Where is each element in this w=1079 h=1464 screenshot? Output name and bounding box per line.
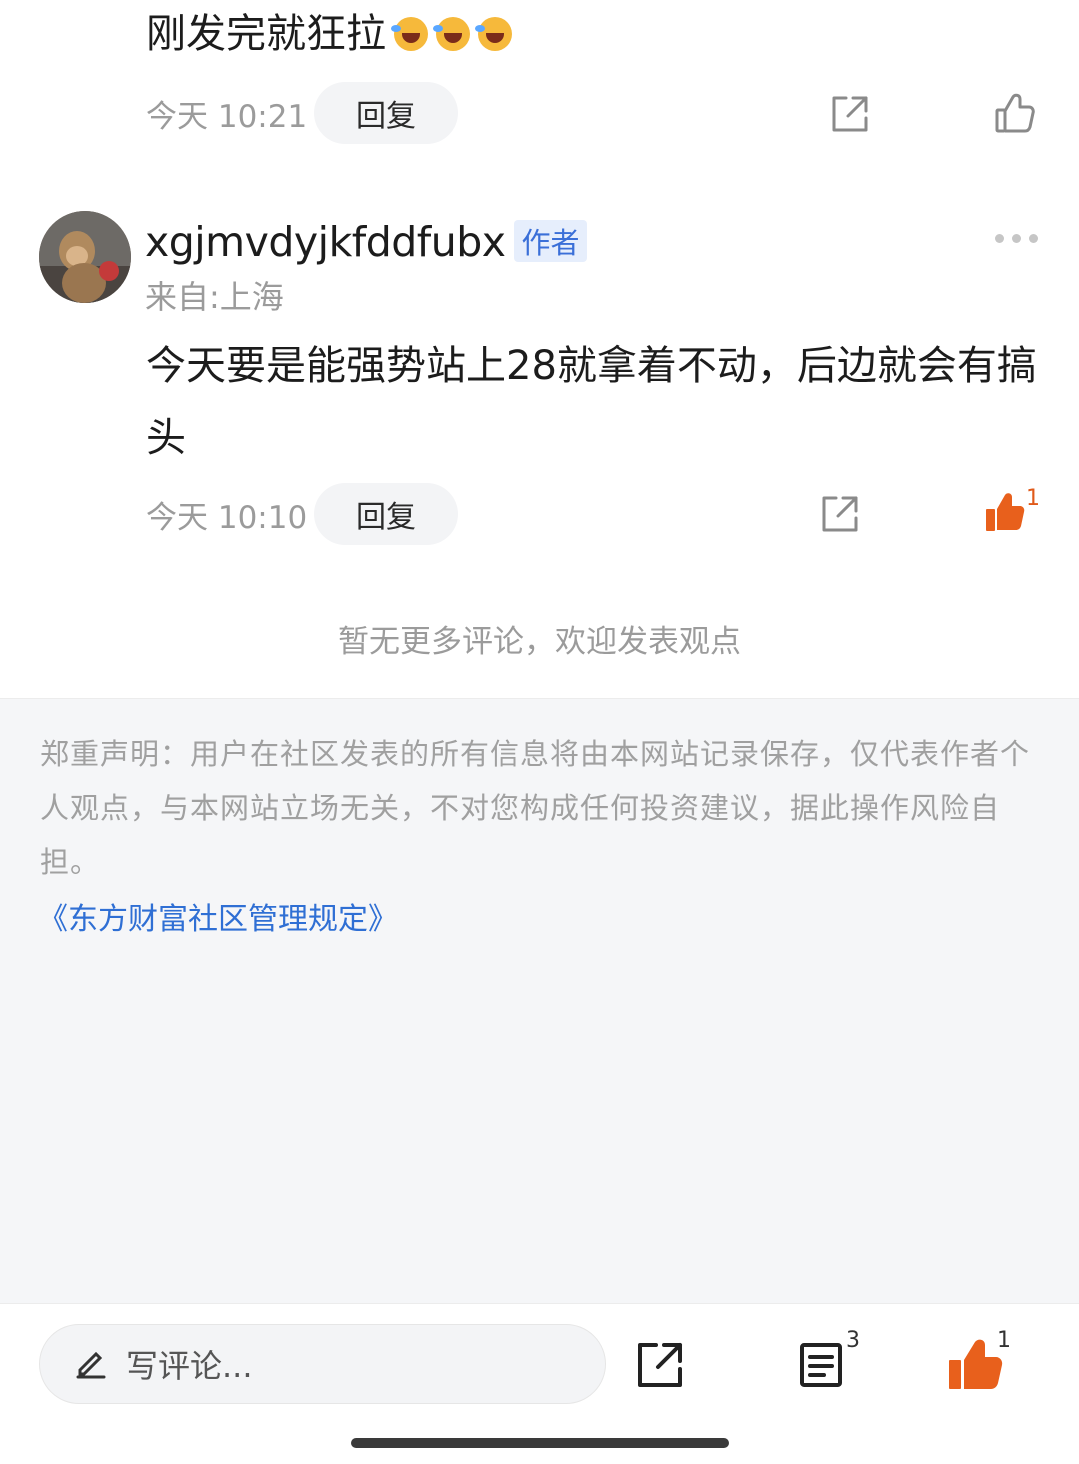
comment-time: 今天 10:21 [146, 98, 308, 135]
disclaimer-section: 郑重声明：用户在社区发表的所有信息将由本网站记录保存，仅代表作者个人观点，与本网… [0, 698, 1079, 1303]
thumbs-up-filled-icon[interactable] [948, 1338, 1004, 1390]
bottom-toolbar: 写评论... 3 1 [0, 1303, 1079, 1464]
laughing-crying-emoji-icon [433, 17, 470, 51]
comment-meta-row: 今天 10:10 回复 [146, 483, 458, 545]
comment-text: 今天要是能强势站上28就拿着不动，后边就会有搞头 [146, 343, 1037, 461]
comment-input-placeholder: 写评论... [126, 1347, 253, 1385]
like-count-badge: 1 [997, 1328, 1011, 1353]
reply-button[interactable]: 回复 [314, 483, 458, 545]
comments-list-icon[interactable] [798, 1341, 844, 1389]
no-more-comments-text: 暂无更多评论，欢迎发表观点 [338, 624, 741, 660]
comment-time: 今天 10:10 [146, 499, 308, 536]
author-badge: 作者 [514, 220, 587, 262]
avatar[interactable] [39, 211, 131, 303]
reply-button[interactable]: 回复 [314, 82, 458, 144]
laughing-crying-emoji-icon [475, 17, 512, 51]
like-count: 1 [1026, 486, 1040, 511]
comment-text: 刚发完就狂拉 [146, 6, 512, 62]
pencil-icon [74, 1345, 108, 1383]
share-icon[interactable] [820, 494, 860, 534]
comment-count-badge: 3 [846, 1328, 860, 1353]
location-label: 来自:上海 [145, 278, 284, 316]
disclaimer-text: 郑重声明：用户在社区发表的所有信息将由本网站记录保存，仅代表作者个人观点，与本网… [40, 737, 1031, 879]
comment-meta-row: 今天 10:21 回复 [146, 82, 458, 144]
more-options-icon[interactable] [995, 234, 1038, 243]
comment-text-body: 刚发完就狂拉 [146, 11, 386, 57]
community-rules-link[interactable]: 《东方财富社区管理规定》 [38, 895, 398, 945]
username[interactable]: xgjmvdyjkfddfubx [145, 216, 506, 268]
home-indicator [351, 1438, 729, 1448]
laughing-crying-emoji-icon [391, 17, 428, 51]
thumbs-up-filled-icon[interactable] [985, 492, 1025, 532]
comment-input[interactable]: 写评论... [39, 1324, 606, 1404]
share-icon[interactable] [830, 94, 870, 134]
share-icon[interactable] [636, 1341, 684, 1389]
thumbs-up-icon[interactable] [995, 92, 1035, 134]
